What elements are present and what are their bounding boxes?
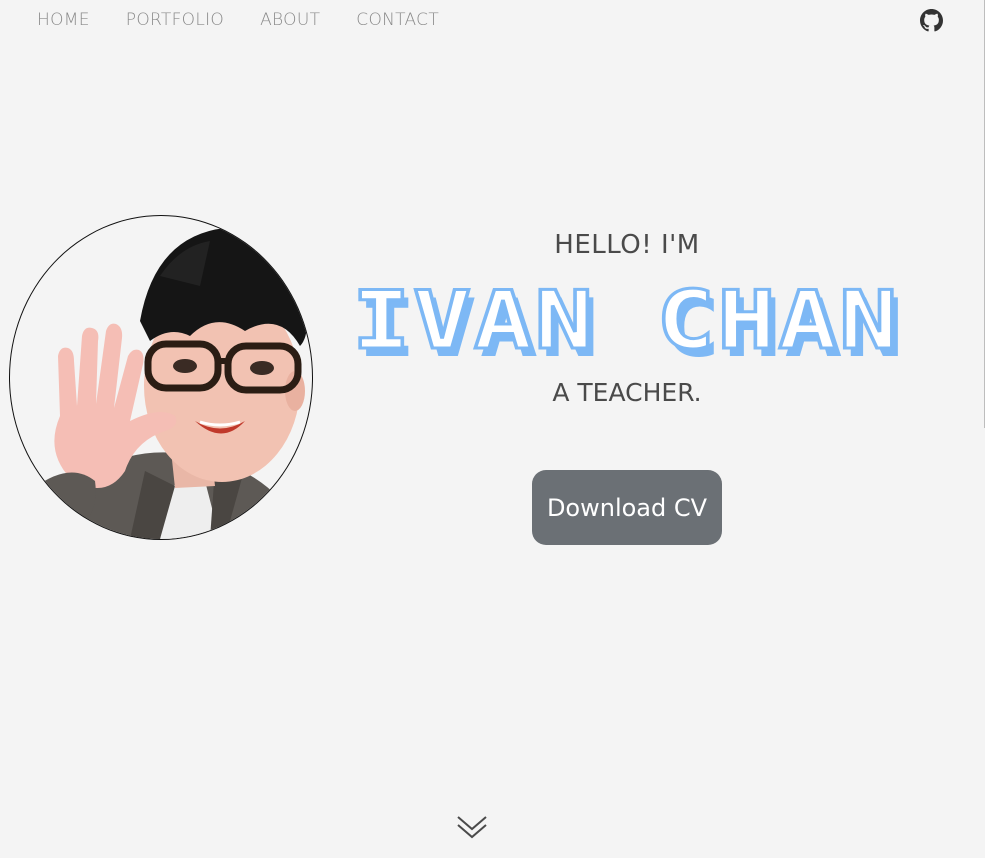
nav-links: HOME PORTFOLIO ABOUT CONTACT: [37, 10, 439, 30]
hero-name-text: IVAN CHAN: [352, 274, 900, 367]
avatar-illustration: [34, 227, 310, 539]
nav-about-link[interactable]: ABOUT: [260, 10, 320, 30]
nav-home-link[interactable]: HOME: [37, 10, 90, 30]
hero-name-graphic: IVAN CHAN IVAN CHAN: [351, 273, 905, 376]
hero-subtitle: A TEACHER.: [552, 378, 702, 407]
download-cv-button[interactable]: Download CV: [532, 470, 722, 545]
hero-name: IVAN CHAN IVAN CHAN: [350, 272, 906, 376]
avatar: [9, 215, 313, 540]
top-nav: HOME PORTFOLIO ABOUT CONTACT: [0, 0, 985, 44]
github-icon[interactable]: [920, 9, 943, 32]
double-chevron-down-icon[interactable]: [455, 812, 489, 842]
nav-contact-link[interactable]: CONTACT: [356, 10, 439, 30]
nav-portfolio-link[interactable]: PORTFOLIO: [126, 10, 224, 30]
greeting-text: HELLO! I'M: [554, 230, 700, 260]
